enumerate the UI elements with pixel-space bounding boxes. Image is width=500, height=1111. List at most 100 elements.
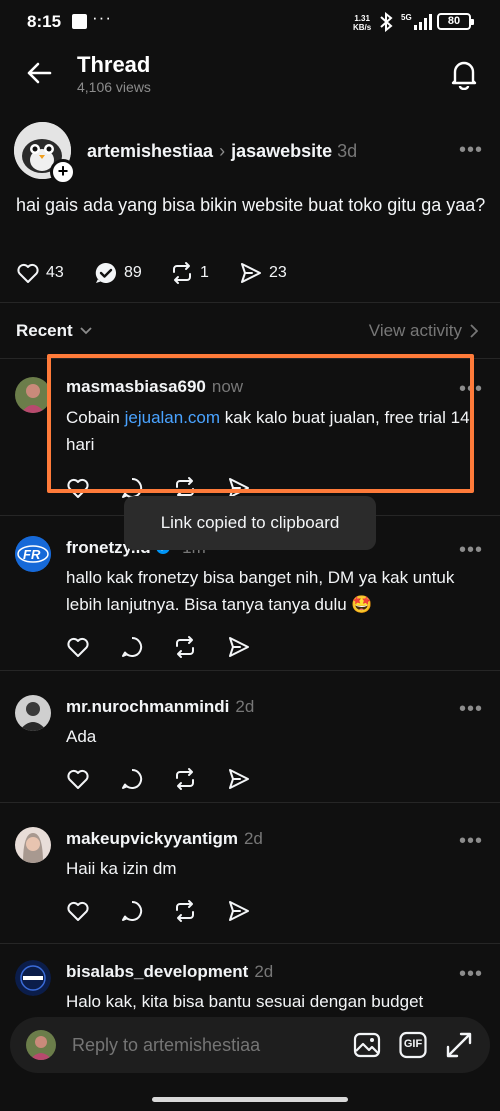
heart-icon[interactable] xyxy=(66,635,90,659)
post-author[interactable]: artemishestiaa xyxy=(87,141,213,161)
avatar-initials: FR xyxy=(23,547,41,562)
heart-icon[interactable] xyxy=(66,476,90,500)
send-icon xyxy=(241,263,261,283)
send-icon[interactable] xyxy=(227,899,251,923)
post-actions: 43 89 1 23 xyxy=(16,261,486,285)
comment-icon[interactable] xyxy=(120,767,144,791)
avatar[interactable] xyxy=(15,960,51,996)
reply-time: 2d xyxy=(243,829,263,848)
sort-dropdown[interactable]: Recent xyxy=(16,321,93,341)
reply-button[interactable]: 89 xyxy=(94,261,142,285)
reply-item: makeupvickyyantigm 2d ••• Haii ka izin dm xyxy=(0,803,500,943)
network-speed: 1.31 KB/s xyxy=(353,14,371,32)
gif-button[interactable]: GIF xyxy=(399,1031,427,1059)
heart-icon[interactable] xyxy=(66,767,90,791)
avatar[interactable] xyxy=(15,695,51,731)
like-count: 43 xyxy=(46,264,64,281)
reply-text-part: Cobain xyxy=(66,408,125,427)
reply-author-row: makeupvickyyantigm 2d xyxy=(66,829,263,849)
more-options-icon[interactable]: ••• xyxy=(459,140,483,160)
like-button[interactable]: 43 xyxy=(16,261,64,285)
chevron-right-icon xyxy=(470,324,478,338)
gif-label: GIF xyxy=(403,1038,423,1050)
reply-text: Halo kak, kita bisa bantu sesuai dengan … xyxy=(66,992,424,1011)
reply-item: masmasbiasa690 now ••• Cobain jejualan.co… xyxy=(0,360,500,500)
reply-author-row: masmasbiasa690 now xyxy=(66,377,243,397)
reply-text: Cobain jejualan.com kak kalo buat jualan… xyxy=(66,404,476,458)
heart-icon[interactable] xyxy=(66,899,90,923)
reply-composer: GIF xyxy=(10,1017,490,1073)
thread-header: Thread 4,106 views xyxy=(0,44,500,106)
status-time: 8:15 xyxy=(27,12,62,31)
more-options-icon[interactable]: ••• xyxy=(459,964,483,984)
reply-item: mr.nurochmanmindi 2d ••• Ada xyxy=(0,671,500,802)
network-speed-value: 1.31 xyxy=(354,14,370,23)
comment-icon[interactable] xyxy=(120,899,144,923)
reply-time: 2d xyxy=(254,962,274,981)
reply-actions xyxy=(66,899,266,923)
sort-label: Recent xyxy=(16,321,73,340)
share-button[interactable]: 23 xyxy=(239,261,287,285)
comment-icon[interactable] xyxy=(120,635,144,659)
send-icon[interactable] xyxy=(227,767,251,791)
view-activity-link[interactable]: View activity xyxy=(369,321,478,341)
reply-author-row: mr.nurochmanmindi 2d xyxy=(66,697,254,717)
back-arrow-icon[interactable] xyxy=(24,58,54,88)
repost-icon[interactable] xyxy=(173,899,197,923)
reply-item: bisalabs_development 2d ••• Halo kak, kit… xyxy=(0,944,500,1016)
avatar[interactable]: FR xyxy=(15,536,51,572)
post-header: artemishestiaa › jasawebsite 3d xyxy=(87,141,357,162)
reply-count: 89 xyxy=(124,264,142,281)
more-notifications-icon: ··· xyxy=(92,8,112,27)
reply-author[interactable]: masmasbiasa690 xyxy=(66,377,206,396)
reply-time: 2d xyxy=(235,697,255,716)
toast-message: Link copied to clipboard xyxy=(124,496,376,550)
view-count: 4,106 views xyxy=(77,79,151,95)
view-activity-label: View activity xyxy=(368,321,462,340)
more-options-icon[interactable]: ••• xyxy=(459,379,483,399)
image-icon[interactable] xyxy=(353,1031,381,1059)
more-options-icon[interactable]: ••• xyxy=(459,699,483,719)
post-time: 3d xyxy=(337,141,358,161)
reply-author[interactable]: mr.nurochmanmindi xyxy=(66,697,229,716)
signal-icon: 5G xyxy=(401,13,432,30)
page-title: Thread xyxy=(77,52,151,77)
post-text: hai gais ada yang bisa bikin website bua… xyxy=(16,195,486,215)
notification-icon xyxy=(72,14,87,29)
status-bar: 8:15 ··· 1.31 KB/s 5G 80 xyxy=(0,0,500,44)
avatar[interactable] xyxy=(15,377,51,413)
reply-actions xyxy=(66,635,266,659)
notification-bell-icon[interactable] xyxy=(449,58,479,90)
network-speed-unit: KB/s xyxy=(353,23,372,32)
repost-count: 1 xyxy=(200,264,209,281)
repost-button[interactable]: 1 xyxy=(170,261,209,285)
repost-icon xyxy=(173,262,191,284)
reply-text: hallo kak fronetzy bisa banget nih, DM y… xyxy=(66,568,455,614)
battery-icon: 80 xyxy=(437,13,474,30)
expand-icon[interactable] xyxy=(445,1031,473,1059)
reply-text: Haii ka izin dm xyxy=(66,859,177,878)
reply-author[interactable]: bisalabs_development xyxy=(66,962,248,981)
reply-author-row: bisalabs_development 2d xyxy=(66,962,273,982)
reply-actions xyxy=(66,767,266,791)
follow-plus-icon[interactable]: + xyxy=(50,159,76,185)
reply-author[interactable]: makeupvickyyantigm xyxy=(66,829,238,848)
reply-text: Ada xyxy=(66,727,97,746)
more-options-icon[interactable]: ••• xyxy=(459,540,483,560)
network-type: 5G xyxy=(401,13,412,22)
divider xyxy=(0,358,500,359)
divider xyxy=(0,302,500,303)
share-count: 23 xyxy=(269,264,287,281)
community-name[interactable]: jasawebsite xyxy=(231,141,332,161)
avatar[interactable] xyxy=(15,827,51,863)
repost-icon[interactable] xyxy=(173,635,197,659)
reply-input[interactable] xyxy=(72,1017,332,1073)
send-icon[interactable] xyxy=(227,635,251,659)
home-indicator[interactable] xyxy=(152,1097,348,1102)
chevron-down-icon xyxy=(80,327,92,335)
bluetooth-icon xyxy=(380,12,393,32)
reply-link[interactable]: jejualan.com xyxy=(125,408,220,427)
repost-icon[interactable] xyxy=(173,767,197,791)
separator-chevron: › xyxy=(219,141,226,161)
more-options-icon[interactable]: ••• xyxy=(459,831,483,851)
